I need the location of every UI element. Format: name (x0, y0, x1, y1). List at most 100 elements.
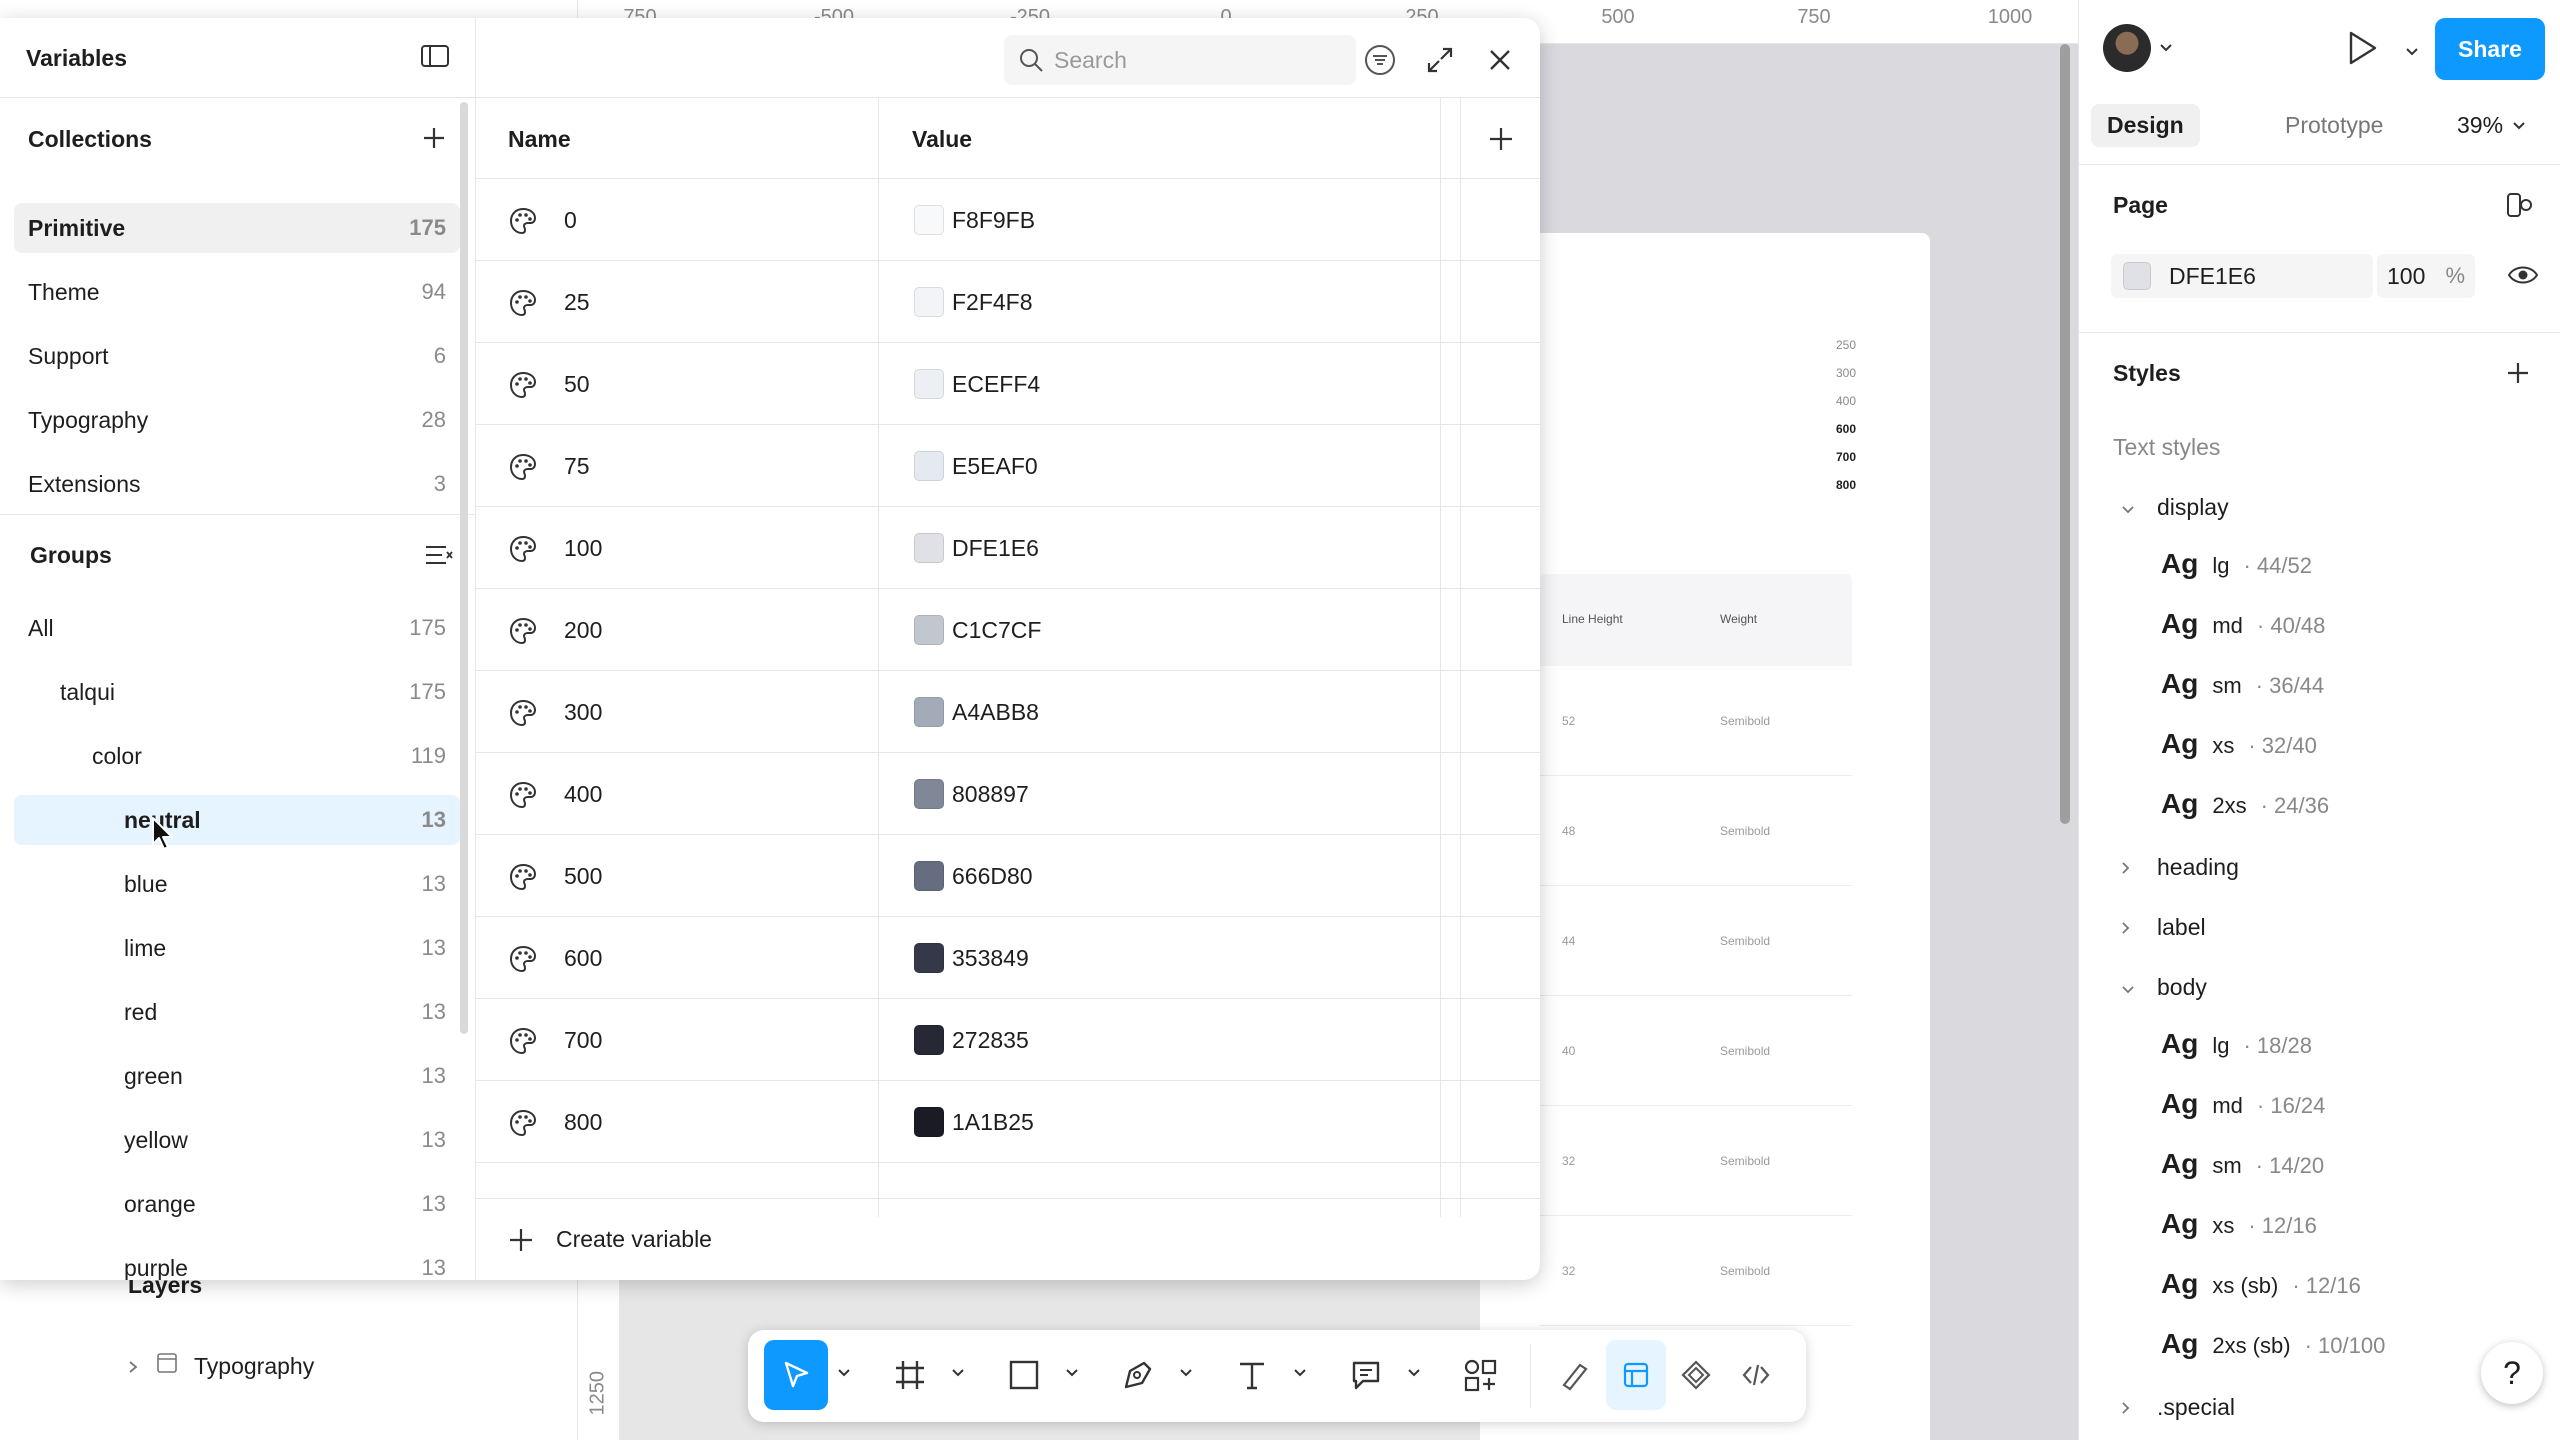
page-fill-color-field[interactable]: DFE1E6 (2111, 254, 2373, 298)
variable-name[interactable]: 300 (564, 699, 602, 726)
group-item-blue[interactable]: blue 13 (14, 859, 460, 909)
variable-name[interactable]: 800 (564, 1109, 602, 1136)
pen-tool-button[interactable] (1106, 1340, 1170, 1410)
group-item-talqui[interactable]: talqui 175 (14, 667, 460, 717)
chevron-down-icon[interactable] (1294, 1364, 1306, 1382)
expand-icon[interactable] (1426, 46, 1454, 79)
text-style-item[interactable]: Ag xs · 12/16 (2161, 1208, 2317, 1240)
variable-name[interactable]: 200 (564, 617, 602, 644)
frame-tool-button[interactable] (878, 1340, 942, 1410)
color-swatch[interactable] (914, 615, 944, 645)
dev-mode-button[interactable] (1726, 1340, 1786, 1410)
group-item-neutral[interactable]: neutral 13 (14, 795, 460, 845)
sidebar-scrollbar[interactable] (460, 102, 468, 1034)
variable-row[interactable]: 0 F8F9FB (476, 179, 1540, 261)
group-item-red[interactable]: red 13 (14, 987, 460, 1037)
color-swatch[interactable] (914, 205, 944, 235)
text-style-item[interactable]: Ag md · 40/48 (2161, 608, 2325, 640)
variable-row[interactable]: 800 1A1B25 (476, 1081, 1540, 1163)
variable-row[interactable]: 700 272835 (476, 999, 1540, 1081)
variable-row[interactable]: 75 E5EAF0 (476, 425, 1540, 507)
style-group-heading[interactable]: heading (2121, 854, 2239, 881)
column-header-name[interactable]: Name (508, 126, 571, 153)
filter-icon[interactable] (1364, 44, 1396, 81)
variable-value[interactable]: 272835 (952, 1027, 1029, 1054)
play-icon[interactable] (2345, 30, 2379, 71)
collection-item-extensions[interactable]: Extensions 3 (14, 459, 460, 509)
close-icon[interactable] (1488, 48, 1512, 77)
add-mode-icon[interactable] (1488, 126, 1514, 157)
tab-prototype[interactable]: Prototype (2269, 104, 2399, 147)
text-style-item[interactable]: Ag sm · 36/44 (2161, 668, 2324, 700)
variable-value[interactable]: 808897 (952, 781, 1029, 808)
panel-toggle-icon[interactable] (2505, 190, 2535, 225)
text-tool-button[interactable] (1220, 1340, 1284, 1410)
variable-value[interactable]: DFE1E6 (952, 535, 1039, 562)
variable-value[interactable]: E5EAF0 (952, 453, 1038, 480)
canvas-scrollbar[interactable] (2060, 44, 2070, 824)
color-swatch[interactable] (914, 287, 944, 317)
zoom-dropdown[interactable]: 39% (2457, 112, 2525, 139)
variable-value[interactable]: 353849 (952, 945, 1029, 972)
collection-item-primitive[interactable]: Primitive 175 (14, 203, 460, 253)
chevron-down-icon[interactable] (2159, 40, 2173, 58)
group-item-purple[interactable]: purple 13 (14, 1243, 460, 1281)
chevron-right-icon[interactable] (2121, 1394, 2137, 1421)
page-fill-hex[interactable]: DFE1E6 (2169, 263, 2256, 290)
variable-row[interactable]: 100 DFE1E6 (476, 507, 1540, 589)
chevron-down-icon[interactable] (2121, 494, 2137, 521)
help-button[interactable]: ? (2481, 1342, 2543, 1404)
chevron-down-icon[interactable] (1180, 1364, 1192, 1382)
move-tool-button[interactable] (764, 1340, 828, 1410)
variable-value[interactable]: F2F4F8 (952, 289, 1033, 316)
column-header-value[interactable]: Value (912, 126, 972, 153)
color-swatch[interactable] (914, 697, 944, 727)
color-swatch[interactable] (914, 861, 944, 891)
chevron-right-icon[interactable] (126, 1353, 140, 1380)
color-swatch[interactable] (914, 451, 944, 481)
color-swatch[interactable] (914, 1025, 944, 1055)
variable-row[interactable]: 500 666D80 (476, 835, 1540, 917)
variable-value[interactable]: 666D80 (952, 863, 1033, 890)
text-style-item[interactable]: Ag sm · 14/20 (2161, 1148, 2324, 1180)
text-style-item[interactable]: Ag 2xs · 24/36 (2161, 788, 2329, 820)
chevron-right-icon[interactable] (2121, 854, 2137, 881)
add-style-icon[interactable] (2505, 360, 2531, 391)
layer-item-typography[interactable]: Typography (126, 1352, 314, 1380)
variable-name[interactable]: 25 (564, 289, 590, 316)
variable-value[interactable]: C1C7CF (952, 617, 1041, 644)
variable-name[interactable]: 400 (564, 781, 602, 808)
collection-item-theme[interactable]: Theme 94 (14, 267, 460, 317)
search-input[interactable]: Search (1004, 35, 1356, 85)
collection-item-support[interactable]: Support 6 (14, 331, 460, 381)
variable-name[interactable]: 500 (564, 863, 602, 890)
page-fill-opacity-field[interactable]: 100 % (2377, 254, 2475, 298)
style-group-special[interactable]: .special (2121, 1394, 2235, 1421)
variable-row[interactable]: 50 ECEFF4 (476, 343, 1540, 425)
variable-name[interactable]: 700 (564, 1027, 602, 1054)
variable-row[interactable]: 25 F2F4F8 (476, 261, 1540, 343)
variable-name[interactable]: 50 (564, 371, 590, 398)
create-variable-button[interactable]: Create variable (476, 1198, 1540, 1280)
color-swatch[interactable] (914, 369, 944, 399)
chevron-down-icon[interactable] (2405, 44, 2419, 62)
prototype-mode-button[interactable] (1666, 1340, 1726, 1410)
collection-item-typography[interactable]: Typography 28 (14, 395, 460, 445)
variable-value[interactable]: A4ABB8 (952, 699, 1039, 726)
variable-value[interactable]: 1A1B25 (952, 1109, 1034, 1136)
style-group-body[interactable]: body (2121, 974, 2207, 1001)
variable-name[interactable]: 100 (564, 535, 602, 562)
add-collection-icon[interactable] (422, 126, 446, 155)
variable-row[interactable]: 200 C1C7CF (476, 589, 1540, 671)
chevron-down-icon[interactable] (952, 1364, 964, 1382)
group-item-orange[interactable]: orange 13 (14, 1179, 460, 1229)
page-fill-swatch[interactable] (2123, 262, 2151, 290)
text-style-item[interactable]: Ag xs (sb) · 12/16 (2161, 1268, 2361, 1300)
comment-tool-button[interactable] (1334, 1340, 1398, 1410)
group-item-color[interactable]: color 119 (14, 731, 460, 781)
group-item-green[interactable]: green 13 (14, 1051, 460, 1101)
draw-mode-button[interactable] (1546, 1340, 1606, 1410)
tab-design[interactable]: Design (2091, 104, 2200, 147)
variable-name[interactable]: 600 (564, 945, 602, 972)
chevron-down-icon[interactable] (2121, 974, 2137, 1001)
